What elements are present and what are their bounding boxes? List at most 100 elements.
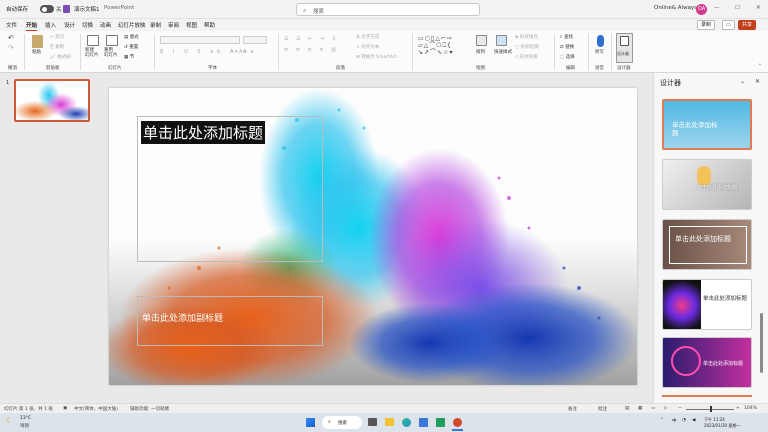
comments-button[interactable]: 批注: [598, 406, 607, 412]
slide-subtitle[interactable]: 单击此处添加副标题: [142, 311, 223, 324]
designer-label[interactable]: 设计器: [617, 51, 629, 57]
tray-chevron-icon[interactable]: ⌃: [660, 418, 664, 423]
search-box[interactable]: ⌕ 搜索: [296, 3, 480, 16]
find-button[interactable]: ⌕ 查找: [560, 34, 573, 40]
shape-effects-button[interactable]: ◇ 形状效果: [515, 54, 538, 60]
tab-slideshow[interactable]: 幻灯片放映: [118, 21, 146, 29]
font-color-icon[interactable]: A ▾ A ▾: [230, 49, 247, 55]
align-text-button[interactable]: ⇳ 对齐文本: [356, 44, 379, 50]
replace-button[interactable]: ⇄ 替换: [560, 44, 574, 50]
app-icon[interactable]: [436, 418, 445, 427]
store-icon[interactable]: [419, 418, 428, 427]
close-icon[interactable]: ✕: [756, 5, 761, 11]
tab-review[interactable]: 审阅: [168, 21, 179, 29]
tab-help[interactable]: 帮助: [204, 21, 215, 29]
start-icon[interactable]: [306, 418, 315, 427]
quick-styles-label[interactable]: 快速样式: [494, 49, 512, 55]
list-buttons[interactable]: ☰ ☰ ⇤ ⇥ ↕: [284, 36, 339, 42]
zoom-thumb[interactable]: [710, 406, 712, 412]
tab-animations[interactable]: 动画: [100, 21, 111, 29]
notes-button[interactable]: 备注: [568, 406, 577, 412]
cut-button[interactable]: ✂ 剪切: [50, 34, 64, 40]
file-explorer-icon[interactable]: [385, 418, 394, 426]
format-painter-button[interactable]: 🖌 格式刷: [50, 54, 71, 60]
slideshow-icon[interactable]: ▷: [664, 406, 667, 411]
design-idea-1[interactable]: 单击此处添加标 题: [662, 99, 752, 150]
accessibility-status[interactable]: 辅助功能: 一切就绪: [130, 406, 169, 412]
tab-transitions[interactable]: 切换: [82, 21, 93, 29]
designer-scrollbar[interactable]: [760, 313, 763, 373]
zoom-out-icon[interactable]: −: [678, 406, 682, 411]
title-placeholder[interactable]: 单击此处添加标题: [137, 116, 323, 262]
shape-outline-button[interactable]: ▢ 形状轮廓: [515, 44, 539, 50]
zoom-in-icon[interactable]: +: [736, 406, 740, 411]
align-buttons[interactable]: ≡ ≡ ≡ ≡ ▥: [284, 47, 339, 53]
select-button[interactable]: ⬚ 选择: [560, 54, 575, 60]
shapes-gallery[interactable]: ▭○▯△⌐⇨ ▱△⌒⬠⎕{ ↘↗⌒∿☆▾: [418, 35, 453, 56]
tab-home[interactable]: 开始: [26, 21, 38, 31]
smartart-button[interactable]: ⊞ 转换为 SmartArt: [356, 54, 396, 60]
paste-label[interactable]: 粘贴: [32, 49, 41, 55]
shape-fill-button[interactable]: ◈ 形状填充: [515, 34, 538, 40]
reset-button[interactable]: ↺ 重置: [124, 44, 138, 50]
comment-button[interactable]: ▭: [722, 20, 735, 30]
language[interactable]: 中文(简体，中国大陆): [74, 406, 118, 412]
lang-indicator[interactable]: 中: [672, 418, 677, 424]
design-idea-3[interactable]: 单击此处添加标题: [662, 219, 752, 270]
volume-icon[interactable]: ◀: [692, 418, 695, 423]
tab-design[interactable]: 设计: [64, 21, 75, 29]
new-slide-icon[interactable]: [87, 35, 99, 46]
taskbar-search[interactable]: ⌕ 搜索: [322, 416, 362, 429]
zoom-level[interactable]: 104%: [744, 406, 757, 411]
edge-icon[interactable]: [402, 418, 411, 427]
tab-file[interactable]: 文件: [6, 21, 17, 29]
reuse-slide-label[interactable]: 重用 幻灯片: [104, 48, 118, 58]
arrange-icon[interactable]: [476, 35, 487, 46]
save-icon[interactable]: [63, 5, 70, 13]
design-idea-2[interactable]: 单击此处添加标题: [662, 159, 752, 210]
record-button[interactable]: 录制: [697, 20, 716, 30]
paste-icon[interactable]: [32, 35, 43, 48]
spellcheck-icon[interactable]: ▣: [63, 406, 67, 411]
text-direction-button[interactable]: ⇅ 文字方向: [356, 34, 379, 40]
font-size-dropdown[interactable]: [243, 36, 267, 44]
reuse-slide-icon[interactable]: [106, 35, 118, 46]
arrange-label[interactable]: 排列: [476, 49, 485, 55]
design-idea-5[interactable]: 单击此处添加标题: [662, 337, 752, 388]
normal-view-icon[interactable]: ▤: [625, 406, 629, 411]
section-button[interactable]: ▦ 节: [124, 54, 134, 60]
weather-icon[interactable]: ☾: [6, 416, 13, 425]
dictate-label[interactable]: 听写: [595, 49, 604, 55]
collapse-ribbon-icon[interactable]: ⌃: [758, 64, 762, 69]
redo-icon[interactable]: ↷: [8, 44, 14, 52]
tab-record[interactable]: 录制: [150, 21, 161, 29]
maximize-icon[interactable]: ☐: [735, 5, 740, 11]
design-idea-6[interactable]: [662, 395, 752, 401]
slide-canvas[interactable]: 单击此处添加标题 单击此处添加副标题: [109, 88, 637, 385]
clock-date[interactable]: 2023/01/30 星期一: [704, 423, 740, 429]
close-icon[interactable]: ✕: [755, 78, 760, 85]
tab-view[interactable]: 视图: [186, 21, 197, 29]
reading-view-icon[interactable]: ▭: [651, 406, 655, 411]
tab-insert[interactable]: 插入: [45, 21, 56, 29]
share-button[interactable]: 共享: [738, 20, 757, 30]
copy-button[interactable]: ⎘ 复制: [50, 44, 64, 50]
slide-sorter-icon[interactable]: ▦: [638, 406, 642, 411]
subtitle-placeholder[interactable]: 单击此处添加副标题: [137, 296, 323, 346]
avatar[interactable]: OA: [696, 4, 707, 15]
design-idea-4[interactable]: 单击此处添加标题: [662, 279, 752, 330]
new-slide-label[interactable]: 新建 幻灯片: [85, 48, 99, 58]
autosave-toggle[interactable]: [40, 5, 54, 13]
minimize-icon[interactable]: —: [714, 5, 720, 11]
undo-icon[interactable]: ↶: [8, 34, 14, 42]
layout-button[interactable]: ▤ 版式: [124, 34, 139, 40]
powerpoint-icon[interactable]: [453, 418, 462, 427]
slide-thumbnail[interactable]: [14, 79, 90, 122]
quick-styles-icon[interactable]: [496, 35, 507, 46]
font-name-dropdown[interactable]: [160, 36, 240, 44]
slide-title[interactable]: 单击此处添加标题: [141, 121, 266, 144]
task-view-icon[interactable]: [368, 418, 377, 426]
network-icon[interactable]: ◔: [682, 418, 686, 423]
chevron-down-icon[interactable]: ⌄: [740, 78, 745, 85]
microphone-icon[interactable]: [597, 35, 604, 47]
